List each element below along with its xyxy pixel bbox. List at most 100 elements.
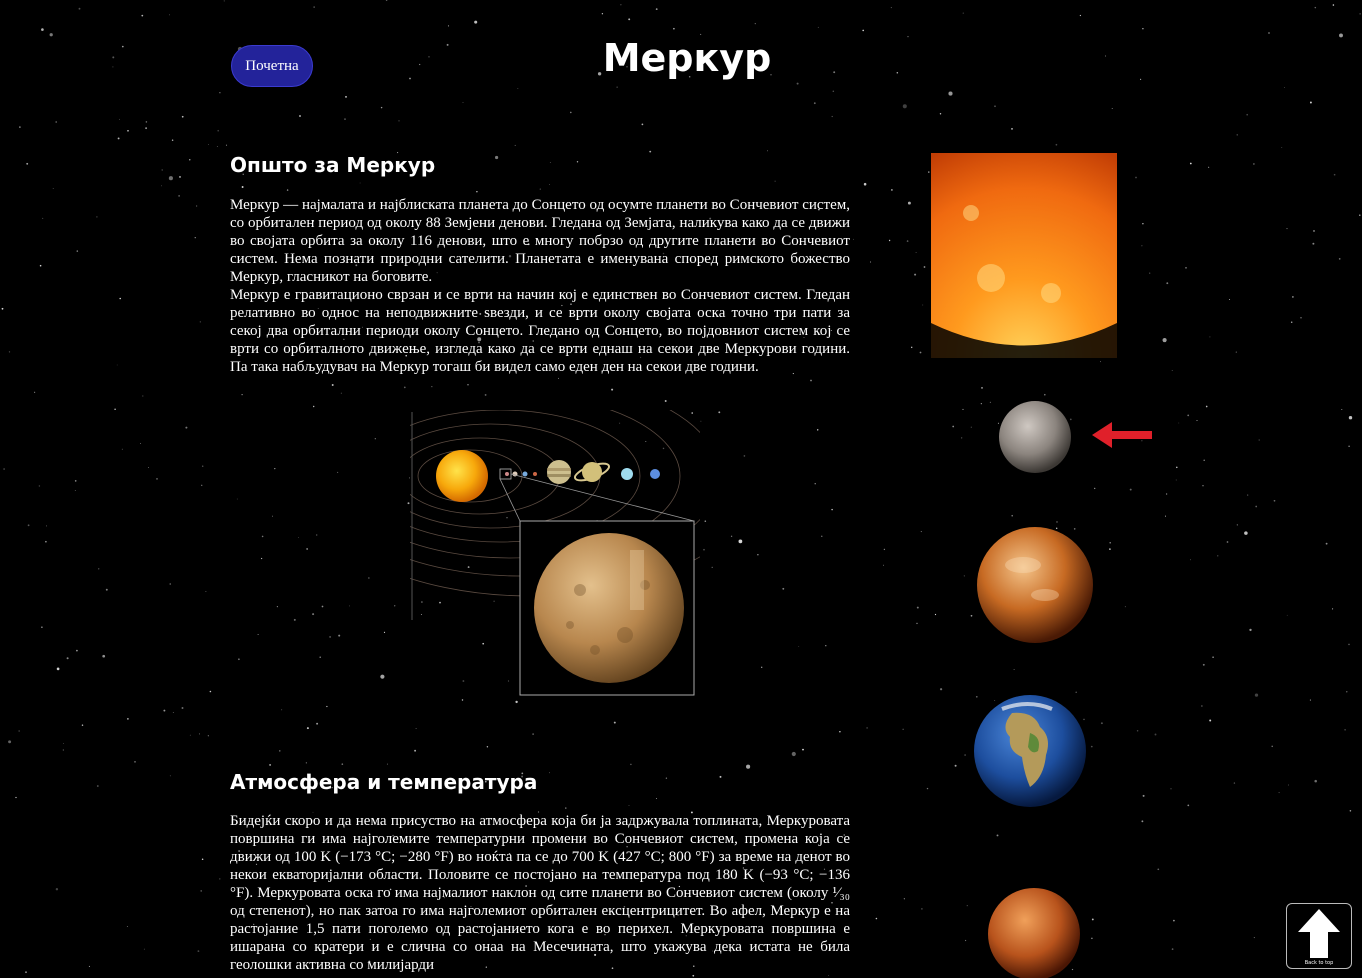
star <box>875 917 878 920</box>
star <box>223 0 225 2</box>
star <box>813 102 816 105</box>
star <box>1339 33 1343 38</box>
star <box>45 540 47 543</box>
star <box>1348 445 1350 447</box>
star <box>462 101 464 104</box>
star <box>55 888 59 891</box>
star <box>613 721 616 724</box>
star <box>1189 162 1192 165</box>
star <box>1165 493 1168 495</box>
venus-link[interactable] <box>975 525 1095 645</box>
star <box>18 730 20 732</box>
star <box>814 483 816 485</box>
star <box>828 974 830 977</box>
star <box>1349 810 1352 812</box>
back-to-top-button[interactable]: Back to top <box>1286 903 1352 969</box>
star <box>1055 143 1058 146</box>
star <box>902 728 904 730</box>
star <box>236 498 238 500</box>
star <box>1164 515 1167 517</box>
star <box>359 182 361 184</box>
star <box>121 448 123 450</box>
star <box>98 568 100 570</box>
star <box>1209 719 1212 722</box>
star <box>628 805 630 806</box>
star <box>1140 78 1142 80</box>
star <box>272 515 274 517</box>
star <box>102 654 106 658</box>
star <box>994 105 996 108</box>
star <box>41 626 43 628</box>
star <box>888 239 891 242</box>
star <box>1105 55 1107 57</box>
star <box>796 82 799 85</box>
star <box>63 743 65 745</box>
star <box>1173 919 1175 922</box>
star <box>225 144 228 146</box>
earth-link[interactable] <box>972 693 1088 809</box>
star <box>199 321 201 323</box>
star <box>341 763 344 765</box>
star <box>514 144 516 146</box>
sun-link[interactable] <box>931 153 1117 358</box>
star <box>196 205 198 207</box>
star <box>398 120 400 122</box>
star <box>1203 459 1205 462</box>
page-title: Меркур <box>602 36 772 80</box>
star <box>1271 745 1273 748</box>
star <box>1309 101 1312 104</box>
star <box>305 762 307 764</box>
star <box>576 161 579 163</box>
star <box>1333 173 1336 176</box>
star <box>1359 214 1361 216</box>
star <box>260 557 263 560</box>
star <box>1278 792 1280 794</box>
star <box>1212 656 1214 659</box>
star <box>1286 228 1288 230</box>
star <box>641 123 644 126</box>
star <box>601 13 604 15</box>
star <box>1166 282 1169 285</box>
mercury-link[interactable] <box>997 399 1073 475</box>
section-title-general: Општо за Меркур <box>230 153 436 177</box>
star <box>119 297 121 300</box>
mars-link[interactable] <box>987 887 1081 978</box>
star <box>19 126 21 128</box>
star <box>105 588 108 591</box>
star <box>345 96 347 98</box>
star <box>81 724 84 726</box>
star <box>1209 336 1211 338</box>
star <box>286 189 289 191</box>
star <box>46 525 48 527</box>
star <box>446 43 449 46</box>
star <box>903 898 905 900</box>
star <box>1233 782 1236 784</box>
star <box>205 591 207 592</box>
star <box>919 351 922 354</box>
star <box>1344 728 1346 731</box>
solar-system-diagram <box>410 410 700 696</box>
star <box>198 733 200 735</box>
star <box>279 750 281 752</box>
star <box>337 471 339 473</box>
star <box>692 974 695 977</box>
star <box>754 22 756 25</box>
star <box>96 216 98 218</box>
star <box>8 351 11 353</box>
star <box>920 531 922 533</box>
star <box>42 217 44 219</box>
star <box>539 188 541 190</box>
section-title-atmosphere: Атмосфера и температура <box>230 770 538 794</box>
home-button[interactable]: Почетна <box>231 45 313 87</box>
star <box>467 384 469 386</box>
star <box>312 405 315 408</box>
star <box>194 237 196 239</box>
star <box>143 948 145 950</box>
star <box>548 772 550 774</box>
star <box>825 645 827 647</box>
star <box>910 346 913 349</box>
star <box>743 455 746 457</box>
star <box>178 195 180 197</box>
star <box>1236 134 1238 136</box>
star <box>1171 370 1173 371</box>
